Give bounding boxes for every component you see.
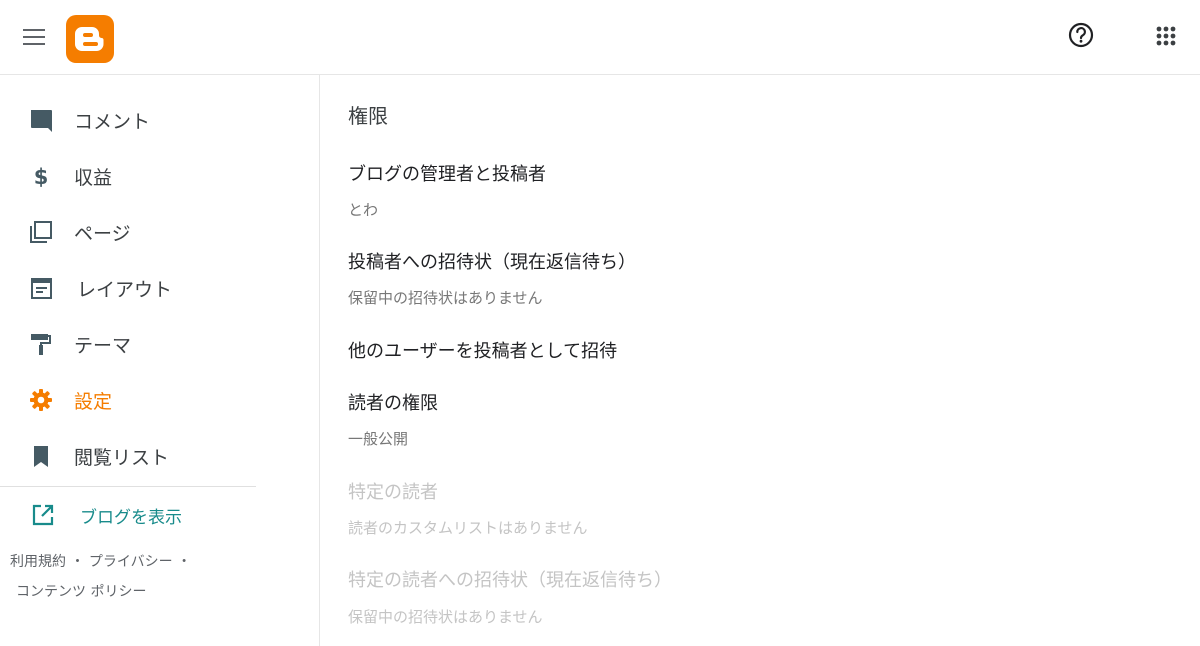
bookmark-icon xyxy=(34,446,48,467)
sidebar-item-settings[interactable]: 設定 xyxy=(0,377,300,421)
pending-reader-invites-title: 特定の読者への招待状（現在返信待ち） xyxy=(348,570,672,591)
sidebar-item-reading-list[interactable]: 閲覧リスト xyxy=(0,433,300,477)
sidebar-item-label: レイアウト xyxy=(77,279,173,301)
apps-grid-icon[interactable] xyxy=(1152,22,1180,50)
sidebar-item-label: 収益 xyxy=(74,167,113,189)
separator: ・ xyxy=(70,554,85,570)
sidebar-item-label: コメント xyxy=(74,111,151,133)
pages-icon xyxy=(30,221,52,243)
sidebar-item-comments[interactable]: コメント xyxy=(0,97,300,141)
separator: ・ xyxy=(177,554,192,570)
privacy-link[interactable]: プライバシー xyxy=(89,554,173,570)
hamburger-menu-icon[interactable] xyxy=(20,24,48,50)
invite-authors-button[interactable]: 他のユーザーを投稿者として招待 xyxy=(348,337,617,363)
view-blog-link[interactable]: ブログを表示 xyxy=(0,495,256,535)
sidebar-item-earnings[interactable]: $ 収益 xyxy=(0,153,300,197)
reader-permissions-title[interactable]: 読者の権限 xyxy=(348,389,438,415)
open-in-new-icon xyxy=(32,504,54,526)
content-policy-link[interactable]: コンテンツ ポリシー xyxy=(16,584,146,600)
help-circle-icon[interactable] xyxy=(1066,20,1096,50)
pending-author-invites-value: 保留中の招待状はありません xyxy=(348,289,543,307)
top-bar xyxy=(0,0,1200,75)
specific-readers-value: 読者のカスタムリストはありません xyxy=(348,519,588,537)
admins-and-authors-value: とわ xyxy=(348,201,379,219)
gear-icon xyxy=(30,389,52,411)
pending-author-invites-title[interactable]: 投稿者への招待状（現在返信待ち） xyxy=(348,248,636,274)
sidebar: コメント $ 収益 ページ レイアウト テーマ 設定 閲覧リスト ブログを表示 … xyxy=(0,75,320,646)
sidebar-item-theme[interactable]: テーマ xyxy=(0,321,300,365)
layout-icon xyxy=(31,278,52,299)
paint-roller-icon xyxy=(31,334,51,355)
footer-links: 利用規約 ・ プライバシー ・ コンテンツ ポリシー xyxy=(10,547,191,607)
sidebar-divider xyxy=(0,486,256,487)
terms-link[interactable]: 利用規約 xyxy=(10,554,66,570)
sidebar-item-layout[interactable]: レイアウト xyxy=(0,265,300,309)
sidebar-item-label: 閲覧リスト xyxy=(74,447,170,469)
sidebar-item-label: ページ xyxy=(74,223,131,245)
view-blog-label: ブログを表示 xyxy=(80,508,182,528)
sidebar-item-pages[interactable]: ページ xyxy=(0,209,300,253)
dollar-icon: $ xyxy=(34,165,49,189)
pending-reader-invites-value: 保留中の招待状はありません xyxy=(348,608,543,626)
reader-permissions-value: 一般公開 xyxy=(348,430,409,448)
blogger-b-icon xyxy=(75,27,104,51)
svg-text:$: $ xyxy=(34,165,49,189)
admins-and-authors-title[interactable]: ブログの管理者と投稿者 xyxy=(348,160,546,186)
section-title: 権限 xyxy=(348,104,388,128)
sidebar-item-label: テーマ xyxy=(74,335,132,357)
sidebar-item-label: 設定 xyxy=(74,391,113,413)
specific-readers-title: 特定の読者 xyxy=(348,482,438,503)
comment-icon xyxy=(31,110,52,132)
blogger-logo[interactable] xyxy=(66,15,114,63)
